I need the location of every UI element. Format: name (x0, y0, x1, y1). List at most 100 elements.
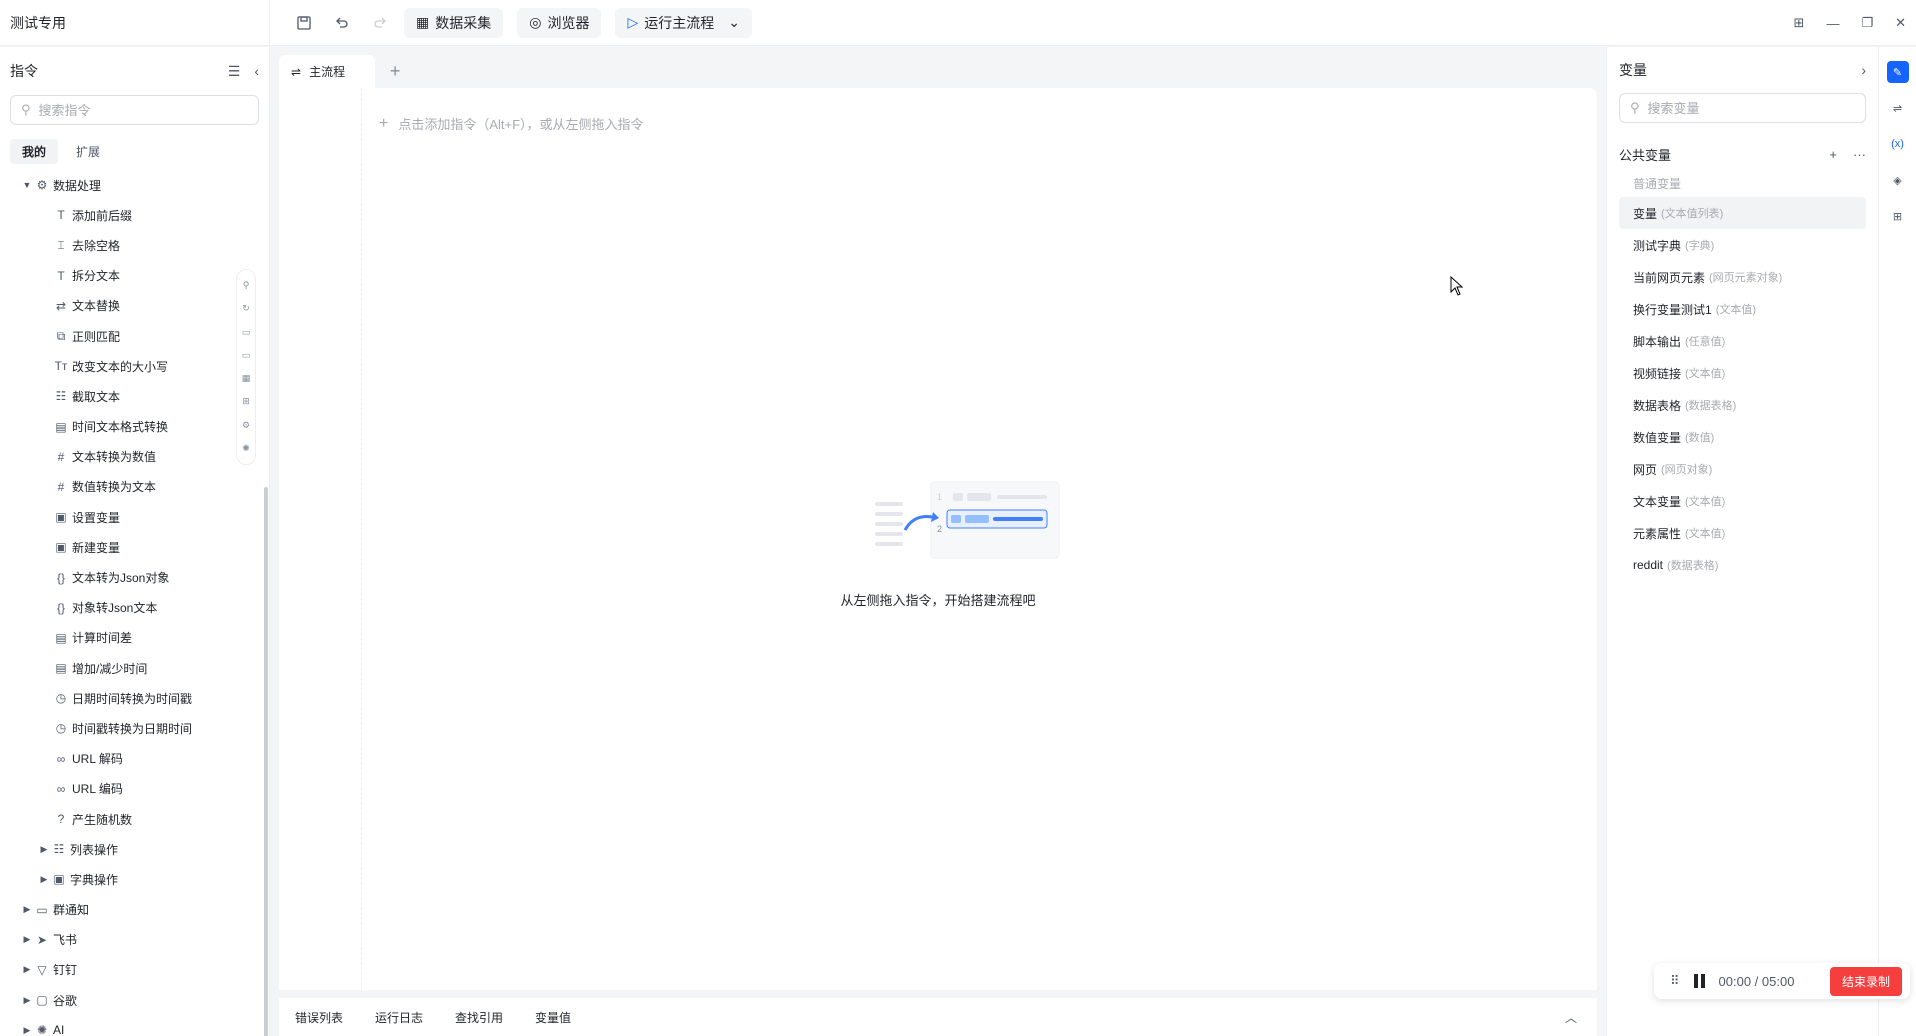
tree-group[interactable]: ▶ ✺ AI (0, 1015, 269, 1036)
search-input[interactable] (1647, 100, 1855, 116)
variable-item[interactable]: 测试字典 (字典) (1619, 229, 1866, 261)
tab-run-log[interactable]: 运行日志 (375, 1009, 423, 1026)
nav-icon[interactable]: ▭ (242, 350, 251, 361)
close-icon[interactable]: ✕ (1895, 15, 1906, 31)
tree-subgroup-dict[interactable]: ▶ ▣ 字典操作 (0, 864, 269, 894)
tree-item[interactable]: ▤ 计算时间差 (0, 623, 269, 653)
tree-item[interactable]: T 拆分文本 (0, 261, 269, 291)
restore-icon[interactable]: ❐ (1861, 15, 1873, 31)
variable-item[interactable]: 变量 (文本值列表) (1619, 197, 1866, 229)
tab-variable-values[interactable]: 变量值 (535, 1009, 571, 1026)
caret-right-icon[interactable]: ▶ (20, 1025, 34, 1036)
drag-handle-icon[interactable]: ⠿ (1670, 973, 1680, 989)
variable-item[interactable]: 换行变量测试1 (文本值) (1619, 293, 1866, 325)
tree-item[interactable]: ? 产生随机数 (0, 804, 269, 834)
caret-right-icon[interactable]: ▶ (20, 934, 34, 945)
tree-subgroup-list[interactable]: ▶ ☷ 列表操作 (0, 834, 269, 864)
tree-group[interactable]: ▶ ▢ 谷歌 (0, 985, 269, 1015)
category-quick-nav[interactable]: ⚲ ↻ ▭ ▭ ▦ ⊞ ⚙ ✺ (236, 269, 256, 465)
search-input[interactable] (38, 102, 248, 118)
nav-icon[interactable]: ✺ (242, 443, 250, 454)
nav-icon[interactable]: ↻ (242, 303, 250, 314)
tree-item[interactable]: ⇄ 文本替换 (0, 291, 269, 321)
run-main-flow-button[interactable]: ▷ 运行主流程 ⌄ (615, 7, 752, 38)
variable-item[interactable]: 数据表格 (数据表格) (1619, 389, 1866, 421)
components-icon[interactable]: ⊞ (1887, 205, 1909, 227)
table-icon: ▦ (416, 14, 430, 30)
variable-item[interactable]: 网页 (网页对象) (1619, 453, 1866, 485)
variable-search[interactable]: ⚲ (1619, 93, 1866, 123)
tree-item[interactable]: ▤ 增加/减少时间 (0, 653, 269, 683)
flow-canvas[interactable]: + 点击添加指令（Alt+F），或从左侧拖入指令 1 2 从左侧拖入指令，开始搭… (279, 88, 1597, 990)
instruction-search[interactable]: ⚲ (10, 95, 259, 125)
tree-item[interactable]: ◷ 日期时间转换为时间戳 (0, 683, 269, 713)
caret-right-icon[interactable]: ▶ (20, 904, 34, 915)
sort-icon[interactable]: ☰ (228, 63, 241, 80)
nav-icon[interactable]: ⊞ (242, 396, 250, 407)
tree-item[interactable]: {} 文本转为Json对象 (0, 562, 269, 592)
variable-item[interactable]: 文本变量 (文本值) (1619, 485, 1866, 517)
tree-group[interactable]: ▶ ▭ 群通知 (0, 895, 269, 925)
tree-item[interactable]: {} 对象转Json文本 (0, 593, 269, 623)
tab-extensions[interactable]: 扩展 (64, 139, 112, 164)
variables-icon[interactable]: (x) (1887, 133, 1909, 155)
nav-icon[interactable]: ⚲ (243, 280, 250, 291)
variable-item[interactable]: 脚本输出 (任意值) (1619, 325, 1866, 357)
tree-group[interactable]: ▶ ▽ 钉钉 (0, 955, 269, 985)
nav-icon[interactable]: ▭ (242, 327, 251, 338)
caret-right-icon[interactable]: ▶ (37, 844, 51, 855)
tab-find-references[interactable]: 查找引用 (455, 1009, 503, 1026)
variable-item[interactable]: 数值变量 (数值) (1619, 421, 1866, 453)
caret-down-icon[interactable]: ▼ (20, 180, 34, 190)
stop-recording-button[interactable]: 结束录制 (1829, 966, 1902, 996)
chevron-down-icon[interactable]: ⌄ (728, 14, 740, 31)
flow-icon[interactable]: ⇌ (1887, 97, 1909, 119)
add-instruction-hint[interactable]: + 点击添加指令（Alt+F），或从左侧拖入指令 (379, 114, 644, 133)
variable-name: 换行变量测试1 (1633, 302, 1712, 317)
tree-group[interactable]: ▶ ➤ 飞书 (0, 925, 269, 955)
browser-button[interactable]: ◎ 浏览器 (517, 7, 602, 38)
caret-right-icon[interactable]: ▶ (20, 995, 34, 1006)
tree-item[interactable]: ◷ 时间戳转换为日期时间 (0, 713, 269, 743)
variable-item[interactable]: 当前网页元素 (网页元素对象) (1619, 261, 1866, 293)
chevron-right-icon[interactable]: › (1861, 62, 1866, 78)
tab-error-list[interactable]: 错误列表 (295, 1009, 343, 1026)
nav-icon[interactable]: ⚙ (242, 420, 250, 431)
tree-item[interactable]: ∞ URL 编码 (0, 774, 269, 804)
scrollbar[interactable] (264, 487, 268, 1036)
tree-item[interactable]: ☷ 截取文本 (0, 381, 269, 411)
tree-item[interactable]: ▣ 设置变量 (0, 502, 269, 532)
tree-item[interactable]: Tт 改变文本的大小写 (0, 351, 269, 381)
layout-icon[interactable]: ⊞ (1794, 15, 1805, 31)
tab-main-flow[interactable]: ⇌ 主流程 (279, 55, 376, 88)
ai-assistant-icon[interactable]: ✎ (1886, 61, 1909, 83)
minimize-icon[interactable]: — (1826, 16, 1839, 31)
nav-icon[interactable]: ▦ (242, 373, 251, 384)
add-tab-button[interactable]: + (375, 55, 415, 88)
layers-icon[interactable]: ◈ (1887, 169, 1909, 191)
tree-group-data-processing[interactable]: ▼ ⚙ 数据处理 (0, 170, 269, 200)
caret-right-icon[interactable]: ▶ (20, 964, 34, 975)
tree-item[interactable]: ▣ 新建变量 (0, 532, 269, 562)
pause-icon[interactable] (1693, 974, 1705, 988)
collapse-panel-icon[interactable]: ‹ (254, 63, 259, 80)
undo-icon[interactable] (332, 13, 352, 33)
caret-right-icon[interactable]: ▶ (37, 874, 51, 885)
tree-item[interactable]: # 文本转换为数值 (0, 442, 269, 472)
data-collect-button[interactable]: ▦ 数据采集 (404, 7, 504, 38)
tree-item[interactable]: T 添加前后缀 (0, 200, 269, 230)
tree-item[interactable]: # 数值转换为文本 (0, 472, 269, 502)
more-icon[interactable]: ··· (1853, 147, 1866, 162)
tree-item[interactable]: ⌶ 去除空格 (0, 230, 269, 260)
redo-icon[interactable] (370, 13, 390, 33)
tree-item[interactable]: ⧉ 正则匹配 (0, 321, 269, 351)
add-icon[interactable]: + (1829, 147, 1837, 162)
save-icon[interactable] (294, 13, 314, 33)
chevron-up-icon[interactable]: ︿ (1565, 1009, 1577, 1026)
variable-item[interactable]: 视频链接 (文本值) (1619, 357, 1866, 389)
tree-item[interactable]: ∞ URL 解码 (0, 744, 269, 774)
tab-mine[interactable]: 我的 (10, 139, 59, 164)
tree-item[interactable]: ▤ 时间文本格式转换 (0, 412, 269, 442)
variable-item[interactable]: 元素属性 (文本值) (1619, 517, 1866, 549)
variable-item[interactable]: reddit (数据表格) (1619, 549, 1866, 581)
